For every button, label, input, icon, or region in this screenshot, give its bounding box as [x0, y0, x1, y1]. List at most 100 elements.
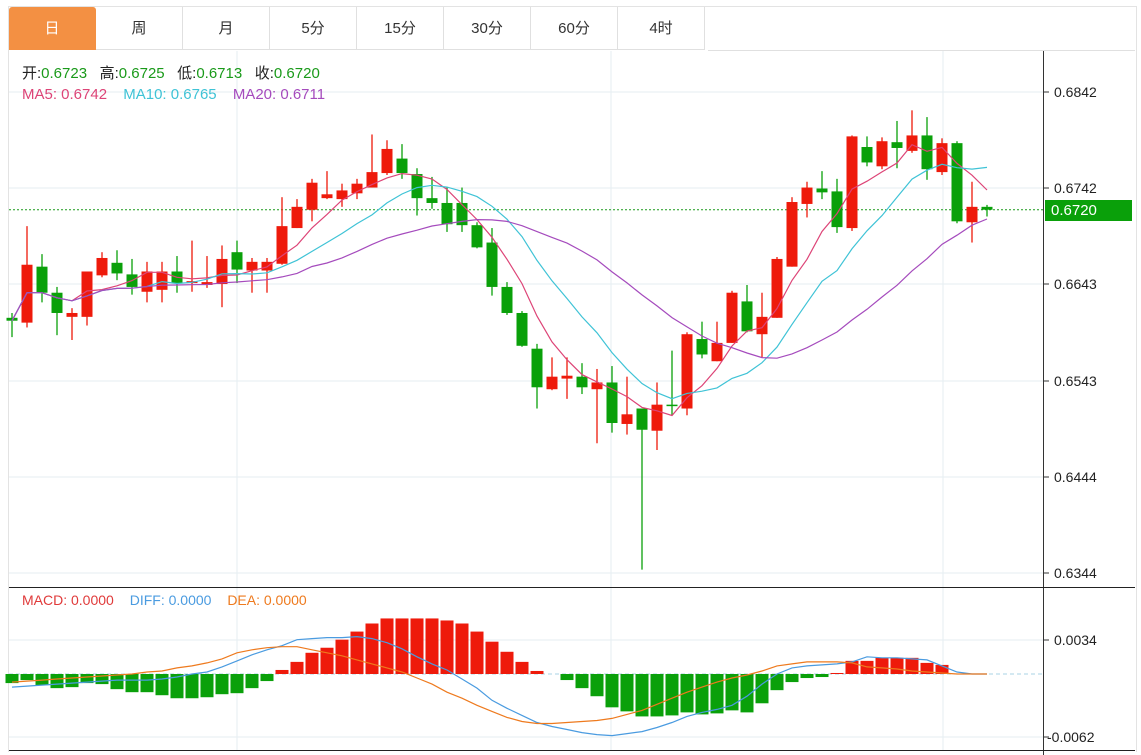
diff-legend-value: DIFF: 0.0000	[129, 592, 212, 608]
macd-bar	[440, 620, 454, 674]
candlestick-chart	[5, 51, 1135, 755]
candle-down	[411, 174, 423, 199]
macd-bar	[230, 674, 244, 694]
ma20-legend: MA20: 0.6711	[232, 86, 326, 103]
macd-bar	[305, 652, 319, 674]
open-value: 0.6723	[41, 65, 88, 82]
candle-down	[441, 202, 453, 225]
candle-up	[321, 194, 333, 199]
candle-down	[636, 408, 648, 430]
candle-up	[621, 414, 633, 424]
candle-down	[426, 198, 438, 203]
candle-down	[36, 266, 48, 293]
macd-bar	[815, 674, 829, 678]
ma-legend: MA5: 0.6742 MA10: 0.6765 MA20: 0.6711	[22, 86, 337, 103]
macd-legend-value: MACD: 0.0000	[22, 592, 114, 608]
candle-down	[861, 147, 873, 163]
candle-down	[396, 158, 408, 174]
candle-down	[666, 404, 678, 407]
candle-up	[216, 258, 228, 285]
candle-up	[801, 187, 813, 204]
macd-bar	[755, 674, 769, 704]
price-tick: 0.6643	[1054, 276, 1097, 292]
macd-bar	[365, 623, 379, 674]
high-label: 高:	[99, 65, 119, 82]
macd-bar	[590, 674, 604, 697]
candle-down	[981, 206, 993, 210]
macd-bar	[620, 674, 634, 712]
macd-bar	[830, 672, 844, 674]
price-tick: 0.6444	[1054, 469, 1097, 485]
candle-down	[516, 312, 528, 346]
candle-up	[96, 257, 108, 276]
macd-bar	[110, 674, 124, 690]
candle-down	[741, 301, 753, 332]
candle-down	[111, 262, 123, 274]
candle-down	[816, 188, 828, 193]
macd-bar	[395, 618, 409, 674]
candle-down	[831, 191, 843, 228]
macd-bar	[665, 674, 679, 716]
price-tick: 0.6742	[1054, 180, 1097, 196]
macd-bar	[65, 674, 79, 688]
macd-bar	[260, 674, 274, 682]
price-tick: 0.6543	[1054, 373, 1097, 389]
price-tick: 0.6842	[1054, 84, 1097, 100]
candle-down	[891, 142, 903, 148]
current-price-label: 0.6720	[1045, 200, 1132, 221]
macd-bar	[125, 674, 139, 693]
high-value: 0.6725	[118, 65, 165, 82]
macd-bar	[575, 674, 589, 689]
candle-down	[576, 376, 588, 388]
ma5-legend: MA5: 0.6742	[22, 86, 108, 103]
close-label: 收:	[254, 65, 274, 82]
macd-bar	[500, 651, 514, 674]
macd-bar	[470, 631, 484, 674]
macd-bar	[380, 618, 394, 674]
macd-bar	[515, 661, 529, 674]
candle-down	[951, 143, 963, 222]
macd-bar	[50, 674, 64, 689]
candle-up	[726, 292, 738, 343]
price-tick: 0.6344	[1054, 565, 1097, 581]
macd-bar	[875, 657, 889, 674]
macd-bar	[605, 674, 619, 708]
macd-bar	[785, 674, 799, 683]
macd-bar	[800, 674, 814, 679]
candle-up	[291, 206, 303, 229]
macd-bar	[350, 631, 364, 674]
candle-down	[486, 242, 498, 287]
candle-up	[651, 404, 663, 431]
macd-bar	[155, 674, 169, 696]
macd-bar	[530, 670, 544, 674]
candle-up	[546, 376, 558, 390]
macd-tick: -0.0062	[1047, 729, 1095, 745]
candle-up	[756, 316, 768, 335]
candle-up	[156, 271, 168, 290]
macd-bar	[485, 641, 499, 674]
ma10-legend: MA10: 0.6765	[123, 86, 217, 103]
macd-bar	[650, 674, 664, 717]
candle-up	[846, 136, 858, 229]
macd-bar	[455, 623, 469, 674]
macd-bar	[185, 674, 199, 699]
candle-up	[66, 312, 78, 317]
macd-tick: 0.0034	[1054, 632, 1097, 648]
candle-up	[876, 141, 888, 167]
macd-bar	[290, 661, 304, 674]
candle-up	[786, 202, 798, 267]
candle-down	[921, 135, 933, 170]
macd-bar	[245, 674, 259, 689]
close-value: 0.6720	[273, 65, 320, 82]
macd-bar	[140, 674, 154, 693]
candle-down	[231, 252, 243, 270]
macd-bar	[275, 669, 289, 674]
macd-bar	[890, 657, 904, 674]
candle-down	[51, 292, 63, 313]
low-value: 0.6713	[196, 65, 243, 82]
ohlc-legend: 开:0.6723 高:0.6725 低:0.6713 收:0.6720	[22, 62, 320, 83]
macd-bar	[710, 674, 724, 714]
low-label: 低:	[177, 65, 197, 82]
macd-bar	[410, 618, 424, 674]
open-label: 开:	[22, 65, 42, 82]
